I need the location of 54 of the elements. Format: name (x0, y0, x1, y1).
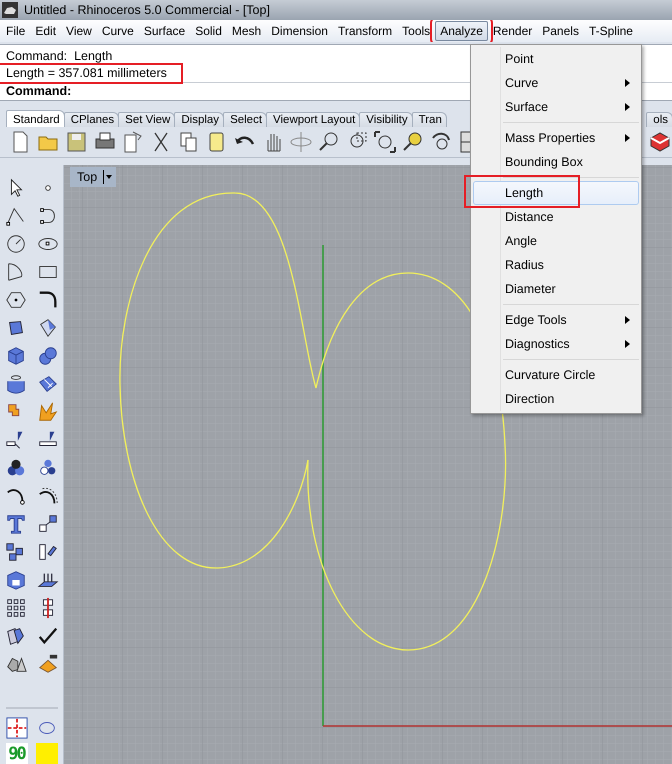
menu-item[interactable]: Curve (96, 21, 139, 41)
menu-item[interactable]: Surface (138, 21, 190, 41)
menu-item[interactable]: Direction (473, 387, 639, 411)
menu-item[interactable]: Angle (473, 229, 639, 253)
viewport-title[interactable]: Top (70, 167, 116, 187)
menu-item[interactable]: Render (488, 21, 538, 41)
toolbar-tab[interactable]: Select (223, 112, 268, 127)
menu-item[interactable]: Diagnostics (473, 332, 639, 356)
toolbar-tab[interactable]: Display (174, 112, 224, 127)
color-swatch[interactable] (36, 743, 58, 764)
grid-icon[interactable] (4, 597, 26, 619)
circle-icon[interactable] (4, 233, 26, 255)
polygon-icon[interactable] (4, 289, 26, 311)
menu-item[interactable]: T-Spline (584, 21, 638, 41)
surface-patch-icon[interactable] (36, 373, 58, 395)
window-title: Untitled - Rhinoceros 5.0 Commercial - [Top] (24, 3, 270, 17)
caret-icon[interactable] (103, 170, 112, 184)
menu-item[interactable]: Solid (190, 21, 227, 41)
menu-item[interactable]: Length (473, 181, 639, 205)
menu-item[interactable]: Edit (30, 21, 62, 41)
menu-item[interactable]: Dimension (266, 21, 333, 41)
mirror-icon[interactable] (36, 541, 58, 563)
polyline-icon[interactable] (4, 205, 26, 227)
menu-item[interactable]: Point (473, 47, 639, 71)
scale-icon[interactable] (36, 513, 58, 535)
menu-item[interactable]: View (61, 21, 97, 41)
menu-item[interactable]: Edge Tools (473, 308, 639, 332)
command-history-line: Length = 357.081 millimeters (0, 65, 181, 82)
spheres-icon[interactable] (36, 345, 58, 367)
command-history-line: Command: Length (5, 48, 114, 65)
toolbar-tab[interactable]: Set View (118, 112, 176, 127)
menu-item[interactable]: Radius (473, 253, 639, 277)
menu-item[interactable]: Transform (332, 21, 398, 41)
toolbar-tab[interactable]: Standard (6, 110, 65, 127)
toolbar-tab[interactable]: Tran (412, 112, 447, 127)
toolbar-tab[interactable]: Viewport Layout (266, 112, 360, 127)
toolbar-tab[interactable]: CPlanes (64, 112, 120, 127)
render-icon[interactable] (648, 130, 672, 154)
menu-item[interactable]: Tools (397, 21, 436, 41)
text-icon[interactable] (4, 513, 26, 535)
toolbar-tab[interactable]: Visibility (359, 112, 413, 127)
cylinder-icon[interactable] (4, 373, 26, 395)
menu-item[interactable]: File (1, 21, 30, 41)
ortho-toggle[interactable]: 90 (6, 743, 28, 764)
menu-item[interactable]: Diameter (473, 277, 639, 301)
menu-item[interactable]: Distance (473, 205, 639, 229)
snap-grid-icon[interactable] (6, 717, 28, 739)
menu-item[interactable]: Panels (537, 21, 584, 41)
check-icon[interactable] (36, 625, 58, 647)
menu-item[interactable]: Curvature Circle (473, 363, 639, 387)
menu-item[interactable]: Mesh (226, 21, 266, 41)
menu-item[interactable]: Mass Properties (473, 126, 639, 150)
zoom-extents-icon[interactable] (373, 130, 397, 154)
toolbar-tab[interactable]: ols (646, 112, 672, 127)
